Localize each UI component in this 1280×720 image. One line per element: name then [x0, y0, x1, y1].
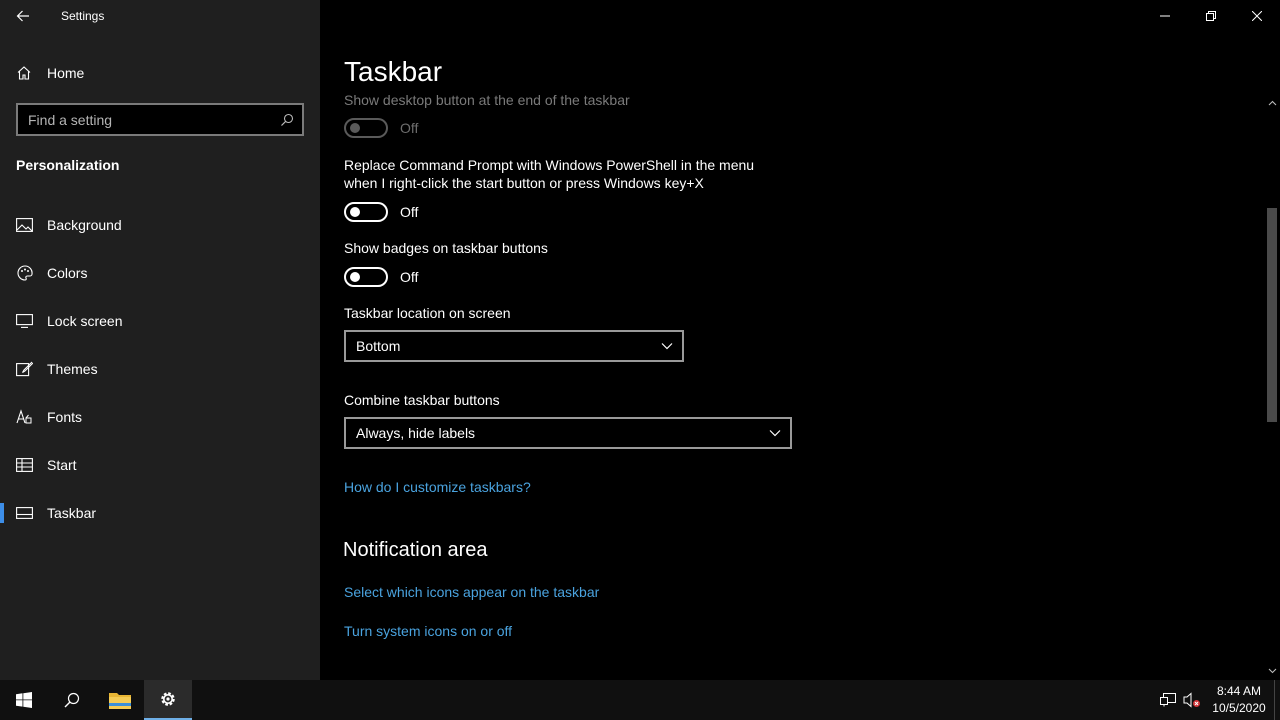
palette-icon [16, 265, 33, 281]
powershell-toggle-row: Off [344, 201, 418, 223]
back-arrow-icon [16, 10, 29, 22]
sidebar-item-label: Fonts [47, 409, 83, 425]
search-box[interactable] [16, 103, 304, 136]
chevron-down-icon [768, 426, 782, 440]
windows-logo-icon [16, 692, 32, 708]
combine-label: Combine taskbar buttons [344, 392, 500, 408]
sidebar-item-label: Colors [47, 265, 88, 281]
sidebar-item-colors[interactable]: Colors [0, 249, 320, 297]
toggle-knob [350, 207, 360, 217]
show-desktop-label: Show desktop button at the end of the ta… [344, 92, 630, 108]
sidebar-item-lock-screen[interactable]: Lock screen [0, 297, 320, 345]
sidebar-item-label: Lock screen [47, 313, 123, 329]
close-button[interactable] [1234, 0, 1280, 32]
vertical-scrollbar[interactable] [1264, 92, 1280, 680]
select-icons-link[interactable]: Select which icons appear on the taskbar [344, 584, 599, 600]
sidebar-item-fonts[interactable]: Fonts [0, 393, 320, 441]
system-tray: 8:44 AM 10/5/2020 [1156, 680, 1280, 720]
location-value: Bottom [356, 338, 401, 354]
home-icon [16, 65, 32, 81]
show-desktop-state: Off [400, 120, 419, 136]
restore-button[interactable] [1188, 0, 1234, 32]
sidebar-item-start[interactable]: Start [0, 441, 320, 489]
toggle-knob [350, 272, 360, 282]
badges-state: Off [400, 269, 419, 285]
sidebar-item-themes[interactable]: Themes [0, 345, 320, 393]
picture-icon [16, 217, 33, 233]
page-title: Taskbar [344, 56, 443, 87]
location-dropdown[interactable]: Bottom [344, 330, 684, 362]
sidebar-item-label: Background [47, 217, 122, 233]
app-title: Settings [61, 9, 105, 23]
windows-taskbar: 8:44 AM 10/5/2020 [0, 680, 1280, 720]
minimize-button[interactable] [1142, 0, 1188, 32]
back-button[interactable] [0, 0, 46, 32]
window-controls [1142, 0, 1280, 32]
powershell-state: Off [400, 204, 419, 220]
start-icon [16, 457, 33, 473]
section-title: Personalization [16, 157, 120, 173]
combine-dropdown[interactable]: Always, hide labels [344, 417, 792, 449]
font-icon [16, 409, 33, 425]
volume-muted-icon[interactable] [1180, 680, 1204, 720]
badges-toggle[interactable] [344, 267, 388, 287]
system-icons-link[interactable]: Turn system icons on or off [344, 623, 512, 639]
combine-value: Always, hide labels [356, 425, 476, 441]
folder-icon [109, 693, 131, 709]
show-desktop-toggle-row: Off [344, 117, 418, 139]
search-button[interactable] [48, 680, 96, 720]
home-nav-item[interactable]: Home [0, 54, 320, 92]
home-label: Home [47, 65, 85, 81]
file-explorer-button[interactable] [96, 680, 144, 720]
scroll-down-icon[interactable] [1264, 664, 1280, 678]
settings-taskbar-button[interactable] [144, 680, 192, 720]
brush-icon [16, 361, 33, 377]
restore-icon [1206, 11, 1216, 21]
sidebar-item-label: Start [47, 457, 77, 473]
badges-label: Show badges on taskbar buttons [344, 240, 548, 256]
main-content: Taskbar Show desktop button at the end o… [320, 0, 1280, 680]
search-input[interactable] [18, 111, 272, 128]
toggle-knob [350, 123, 360, 133]
close-icon [1252, 11, 1262, 21]
clock[interactable]: 8:44 AM 10/5/2020 [1204, 683, 1274, 717]
sidebar-item-label: Themes [47, 361, 98, 377]
sidebar-item-taskbar[interactable]: Taskbar [0, 489, 320, 537]
sidebar: Settings Home Personalization Background… [0, 0, 320, 680]
taskbar-icon [16, 505, 33, 521]
nav-list: Background Colors Lock screen Themes Fon… [0, 201, 320, 537]
show-desktop-toggle[interactable] [344, 118, 388, 138]
start-button[interactable] [0, 680, 48, 720]
settings-scroll-area: Show desktop button at the end of the ta… [320, 92, 1260, 680]
clock-time: 8:44 AM [1216, 684, 1262, 698]
scrollbar-thumb[interactable] [1267, 208, 1277, 422]
customize-taskbars-link[interactable]: How do I customize taskbars? [344, 479, 531, 495]
network-icon[interactable] [1156, 680, 1180, 720]
gear-icon [161, 692, 175, 706]
minimize-icon [1160, 15, 1170, 17]
clock-date: 10/5/2020 [1212, 701, 1266, 715]
search-icon [64, 692, 80, 708]
search-icon[interactable] [272, 105, 302, 135]
sidebar-item-label: Taskbar [47, 505, 97, 521]
notification-area-header: Notification area [343, 539, 488, 561]
sidebar-item-background[interactable]: Background [0, 201, 320, 249]
lock-screen-icon [16, 313, 33, 329]
badges-toggle-row: Off [344, 266, 418, 288]
chevron-down-icon [660, 339, 674, 353]
powershell-label: Replace Command Prompt with Windows Powe… [344, 157, 755, 191]
title-bar: Settings [0, 0, 320, 32]
scroll-up-icon[interactable] [1264, 96, 1280, 110]
powershell-toggle[interactable] [344, 202, 388, 222]
location-label: Taskbar location on screen [344, 305, 511, 321]
show-desktop-button[interactable] [1274, 680, 1280, 720]
